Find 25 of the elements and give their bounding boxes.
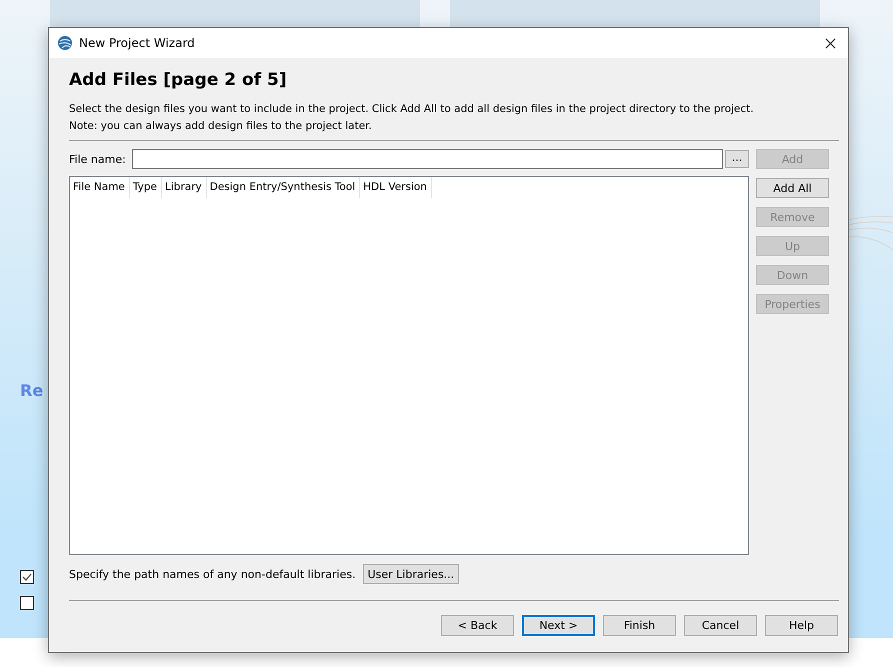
column-header[interactable]: File Name — [70, 177, 130, 198]
libraries-text: Specify the path names of any non-default libraries. — [69, 568, 356, 580]
dialog-button[interactable]: < Back — [441, 615, 514, 636]
window-title: New Project Wizard — [79, 36, 196, 50]
note-text: Note: you can always add design files to the project later. — [69, 120, 372, 132]
section-heading: Re — [20, 381, 44, 400]
dialog-button[interactable]: Next > — [522, 615, 595, 636]
column-header[interactable]: Design Entry/Synthesis Tool — [206, 177, 360, 198]
column-header[interactable]: Type — [130, 177, 162, 198]
checkbox[interactable] — [20, 570, 34, 584]
column-header[interactable]: Library — [162, 177, 207, 198]
column-header[interactable]: HDL Version — [360, 177, 432, 198]
browse-button[interactable]: ... — [725, 150, 749, 168]
file-name-field[interactable] — [132, 149, 723, 169]
close-icon[interactable] — [825, 38, 836, 48]
page-heading: Add Files [page 2 of 5] — [69, 70, 287, 90]
side-button[interactable]: Add All — [756, 178, 829, 198]
checkbox[interactable] — [20, 596, 34, 610]
field-label: File name: — [69, 152, 126, 166]
globe-icon — [57, 35, 73, 51]
description-text: Select the design files you want to include in the project. Click Add All to add all design files in the project directory to the project. — [69, 103, 754, 115]
dialog-button[interactable]: Cancel — [684, 615, 757, 636]
user-libraries-button[interactable]: User Libraries... — [362, 564, 460, 584]
dialog-button[interactable]: Finish — [603, 615, 676, 636]
dialog-button[interactable]: Help — [765, 615, 838, 636]
